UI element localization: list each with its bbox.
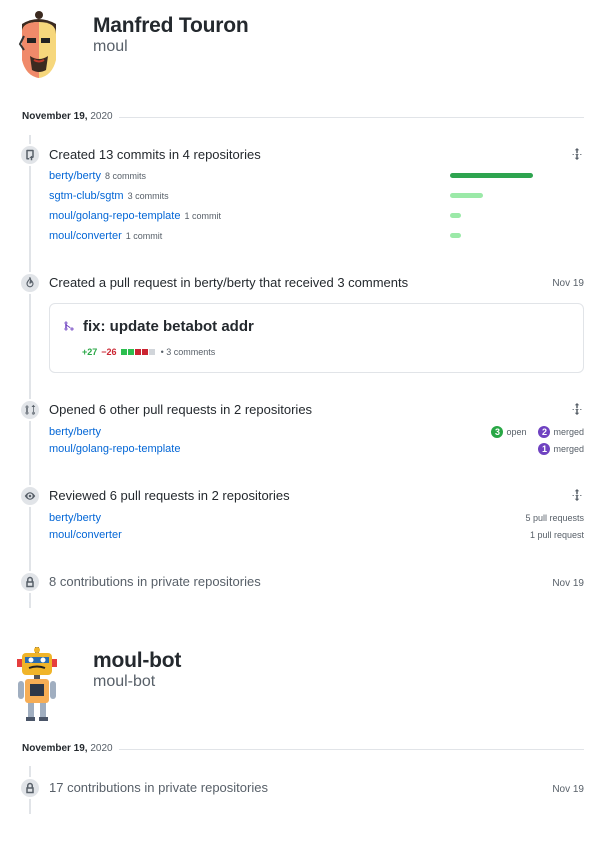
opened-repo-row: moul/golang-repo-template 1 merged <box>49 442 584 456</box>
diffstat <box>120 349 155 355</box>
private-event-date: Nov 19 <box>552 578 584 589</box>
commit-count[interactable]: 1 commit <box>126 231 163 241</box>
commit-repo-row: sgtm-club/sgtm 3 commits <box>49 189 584 203</box>
date-year: 2020 <box>90 743 113 754</box>
pr-additions: +27 <box>82 347 98 357</box>
pr-deletions: −26 <box>101 347 117 357</box>
merged-label: merged <box>553 444 584 454</box>
commit-count[interactable]: 8 commits <box>105 171 146 181</box>
pr-event-title: Created a pull request in berty/berty th… <box>49 275 409 290</box>
fold-icon[interactable] <box>571 489 583 501</box>
pr-comments: • 3 comments <box>160 347 216 357</box>
repo-link[interactable]: berty/berty <box>49 426 101 438</box>
private-event-title: 17 contributions in private repositories <box>49 780 268 795</box>
commit-repo-row: moul/golang-repo-template 1 commit <box>49 209 584 223</box>
reviewed-repo-row: berty/berty 5 pull requests <box>49 511 584 525</box>
merged-label: merged <box>553 427 584 437</box>
diffstat-block <box>134 349 141 355</box>
reviewed-event-badge <box>19 485 41 507</box>
private-event-badge <box>19 777 41 799</box>
date-day: November 19, <box>22 111 88 122</box>
user-full-name[interactable]: Manfred Touron <box>93 14 249 38</box>
repo-link[interactable]: moul/converter <box>49 230 122 242</box>
user-login[interactable]: moul-bot <box>93 673 155 691</box>
profile-header-moul-bot: moul-bot moul-bot <box>0 640 600 730</box>
private-event-badge <box>19 571 41 593</box>
eye-icon <box>24 492 36 500</box>
date-year: 2020 <box>90 111 113 122</box>
repo-link[interactable]: berty/berty <box>49 170 101 182</box>
diffstat-block <box>127 349 134 355</box>
commit-bar <box>450 233 461 238</box>
repo-link[interactable]: moul/converter <box>49 529 122 541</box>
flame-icon <box>26 277 34 288</box>
review-count[interactable]: 1 pull request <box>530 528 584 542</box>
commit-count[interactable]: 1 commit <box>184 211 221 221</box>
repo-link[interactable]: moul/golang-repo-template <box>49 210 180 222</box>
profile-header-moul: Manfred Touron moul <box>0 0 600 95</box>
git-pull-request-icon <box>25 404 36 415</box>
date-divider: November 19, 2020 <box>22 110 584 124</box>
commit-event-badge <box>19 144 41 166</box>
pr-card: fix: update betabot addr +27 −26 • 3 com… <box>49 303 584 373</box>
pr-event-badge <box>19 272 41 294</box>
commit-bar <box>450 173 533 178</box>
avatar[interactable] <box>14 645 60 723</box>
commit-count[interactable]: 3 commits <box>128 191 169 201</box>
merged-count-badge: 1 <box>538 443 551 455</box>
pr-state-counts: 1 merged <box>538 442 584 456</box>
private-event-date: Nov 19 <box>552 784 584 795</box>
diffstat-block <box>141 349 148 355</box>
reviewed-event-title: Reviewed 6 pull requests in 2 repositori… <box>49 488 290 503</box>
commit-repo-row: moul/converter 1 commit <box>49 229 584 243</box>
reviewed-repo-row: moul/converter 1 pull request <box>49 528 584 542</box>
date-divider: November 19, 2020 <box>22 742 584 756</box>
git-pull-request-icon <box>64 321 74 331</box>
commit-repo-row: berty/berty 8 commits <box>49 169 584 183</box>
repo-push-icon <box>26 149 34 161</box>
fold-icon[interactable] <box>571 148 583 160</box>
commit-bar <box>450 193 483 198</box>
repo-link[interactable]: berty/berty <box>49 512 101 524</box>
commits-event-title: Created 13 commits in 4 repositories <box>49 147 261 162</box>
open-count-badge: 3 <box>491 426 504 438</box>
opened-event-badge <box>19 399 41 421</box>
opened-repo-row: berty/berty 3 open 2 merged <box>49 425 584 439</box>
repo-link[interactable]: sgtm-club/sgtm <box>49 190 124 202</box>
date-label: November 19, 2020 <box>22 742 119 756</box>
pr-comments-count: 3 comments <box>166 347 216 357</box>
merged-count-badge: 2 <box>538 426 551 438</box>
user-login[interactable]: moul <box>93 38 128 56</box>
avatar[interactable] <box>12 10 64 88</box>
pr-event-date[interactable]: Nov 19 <box>552 278 584 289</box>
repo-link[interactable]: moul/golang-repo-template <box>49 443 180 455</box>
lock-icon <box>26 782 34 794</box>
diffstat-block <box>120 349 127 355</box>
private-event-title: 8 contributions in private repositories <box>49 574 261 589</box>
review-count[interactable]: 5 pull requests <box>525 511 584 525</box>
fold-icon[interactable] <box>571 403 583 415</box>
lock-icon <box>26 576 34 588</box>
open-label: open <box>506 427 527 437</box>
date-label: November 19, 2020 <box>22 110 119 124</box>
pr-title[interactable]: fix: update betabot addr <box>83 318 254 335</box>
opened-event-title: Opened 6 other pull requests in 2 reposi… <box>49 402 313 417</box>
pr-meta: +27 −26 • 3 comments <box>82 347 215 357</box>
user-full-name[interactable]: moul-bot <box>93 649 181 673</box>
timeline-line <box>29 135 31 608</box>
date-day: November 19, <box>22 743 88 754</box>
diffstat-block <box>148 349 155 355</box>
pr-state-counts: 3 open 2 merged <box>491 425 584 439</box>
commit-bar <box>450 213 461 218</box>
